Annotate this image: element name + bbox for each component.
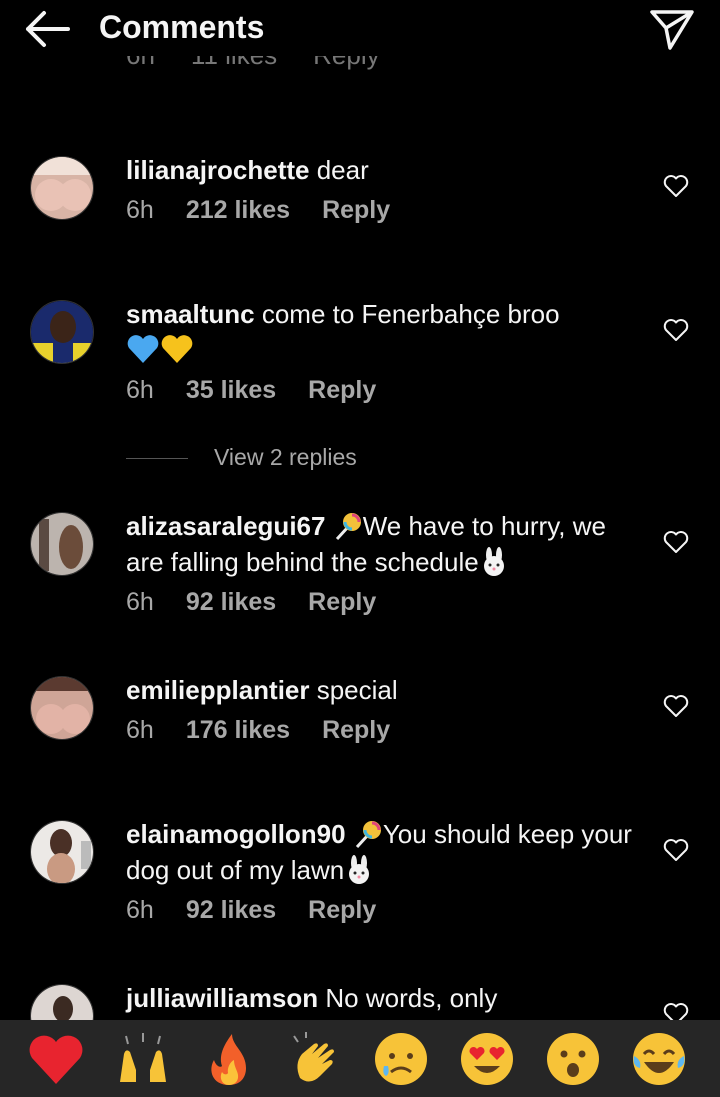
raising-hands-icon[interactable] xyxy=(114,1030,172,1088)
comment-likes[interactable]: 92 likes xyxy=(186,588,276,617)
divider xyxy=(126,458,188,459)
comment-likes[interactable]: 35 likes xyxy=(186,376,276,405)
comment-meta: 6h 92 likes Reply xyxy=(126,588,376,617)
comment-text: smaaltunc come to Fenerbahçe broo xyxy=(126,296,646,369)
blue-heart-icon xyxy=(127,335,159,363)
reply-button[interactable]: Reply xyxy=(308,376,376,405)
heart-icon[interactable] xyxy=(663,174,689,198)
comment-username[interactable]: julliawilliamson xyxy=(126,983,318,1013)
view-replies-link[interactable]: View 2 replies xyxy=(126,441,446,471)
astonished-face-icon[interactable] xyxy=(544,1030,602,1088)
comment-time: 6h xyxy=(126,196,154,224)
red-heart-icon[interactable] xyxy=(27,1030,85,1088)
view-replies-label: View 2 replies xyxy=(214,444,357,470)
heart-eyes-icon[interactable] xyxy=(458,1030,516,1088)
heart-icon[interactable] xyxy=(663,838,689,862)
reply-button[interactable]: Reply xyxy=(322,716,390,745)
fire-icon[interactable] xyxy=(200,1030,258,1088)
rabbit-face-icon xyxy=(483,547,504,576)
comment-username[interactable]: alizasaralegui67 xyxy=(126,511,325,541)
avatar[interactable] xyxy=(30,820,94,884)
comment-username[interactable]: emiliepplantier xyxy=(126,675,310,705)
rabbit-face-icon xyxy=(349,855,370,884)
comment-meta: 6h 176 likes Reply xyxy=(126,716,390,745)
reply-button[interactable]: Reply xyxy=(322,196,390,225)
heart-icon[interactable] xyxy=(663,318,689,342)
back-arrow-icon[interactable] xyxy=(22,10,72,48)
avatar[interactable] xyxy=(30,512,94,576)
lollipop-icon xyxy=(355,821,381,849)
comment-text: lilianajrochette dear xyxy=(126,155,369,185)
comment-likes[interactable]: 92 likes xyxy=(186,896,276,925)
comment-text: elainamogollon90 You should keep your do… xyxy=(126,819,632,885)
reply-button[interactable]: Reply xyxy=(308,588,376,617)
comment-time: 6h xyxy=(126,376,154,404)
lollipop-icon xyxy=(335,513,361,541)
top-bar: Comments xyxy=(0,0,720,56)
comment-meta: 6h 35 likes Reply xyxy=(126,376,376,405)
avatar[interactable] xyxy=(30,676,94,740)
comment-text: alizasaralegui67 We have to hurry, we ar… xyxy=(126,511,606,577)
heart-icon[interactable] xyxy=(663,530,689,554)
comment-username[interactable]: smaaltunc xyxy=(126,299,255,329)
yellow-heart-icon xyxy=(161,335,193,363)
comment-username[interactable]: lilianajrochette xyxy=(126,155,310,185)
tears-of-joy-icon[interactable] xyxy=(630,1030,688,1088)
avatar[interactable] xyxy=(30,300,94,364)
comment-text: julliawilliamson No words, only xyxy=(126,983,498,1013)
emoji-reaction-bar xyxy=(0,1020,720,1097)
comment-meta: 6h 212 likes Reply xyxy=(126,196,390,225)
clapping-hands-icon[interactable] xyxy=(288,1030,346,1088)
comment-likes[interactable]: 212 likes xyxy=(186,196,290,225)
comment-meta: 6h 92 likes Reply xyxy=(126,896,376,925)
heart-icon[interactable] xyxy=(663,694,689,718)
comment-text: emiliepplantier special xyxy=(126,675,398,705)
comment-time: 6h xyxy=(126,896,154,924)
comment-time: 6h xyxy=(126,716,154,744)
avatar[interactable] xyxy=(30,156,94,220)
page-title: Comments xyxy=(99,9,265,45)
paper-plane-icon[interactable] xyxy=(648,6,696,52)
comment-time: 6h xyxy=(126,588,154,616)
sad-relieved-face-icon[interactable] xyxy=(372,1030,430,1088)
comment-likes[interactable]: 176 likes xyxy=(186,716,290,745)
comment-username[interactable]: elainamogollon90 xyxy=(126,819,346,849)
reply-button[interactable]: Reply xyxy=(308,896,376,925)
